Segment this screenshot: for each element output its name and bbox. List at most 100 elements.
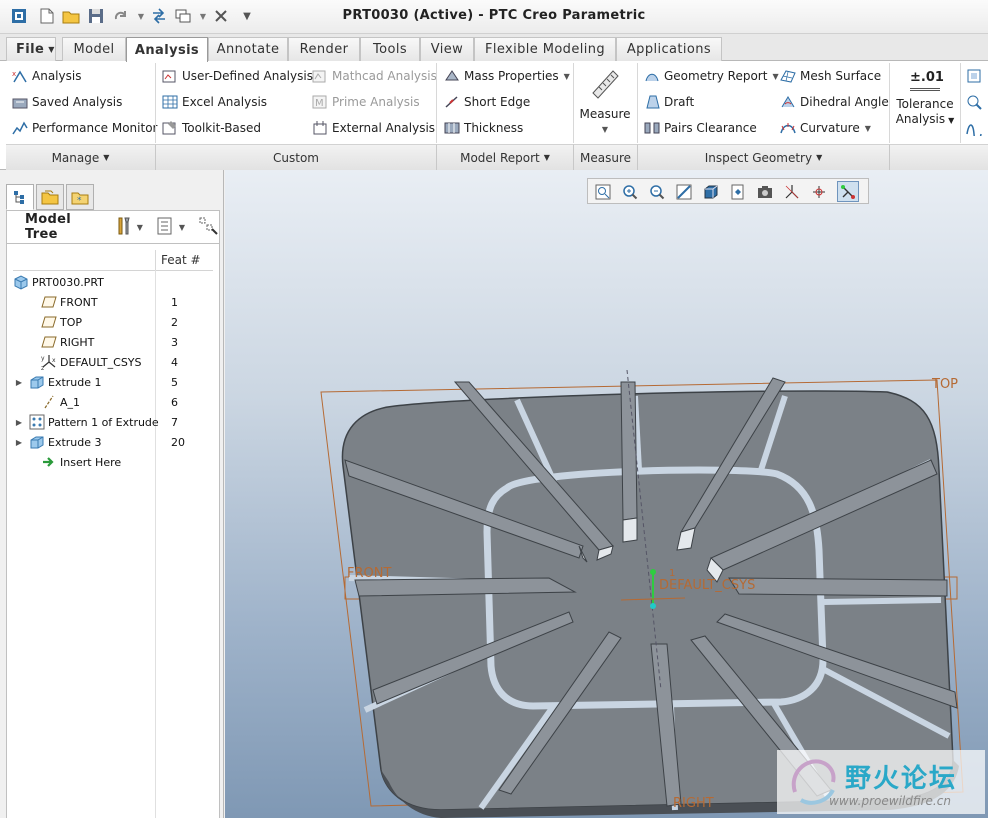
datum-label-front[interactable]: FRONT (347, 566, 391, 581)
spin-center-icon[interactable] (808, 181, 830, 202)
curvature-button[interactable]: Curvature ▼ (780, 118, 871, 138)
tree-item[interactable]: A_1 6 (13, 392, 213, 412)
mathcad-analysis-button[interactable]: Mathcad Analysis (312, 66, 437, 86)
mass-properties-label: Mass Properties (464, 69, 559, 83)
tab-file-label: File (16, 42, 45, 57)
datum-label-top[interactable]: TOP (932, 377, 958, 392)
measure-button[interactable]: Measure ▼ (576, 65, 634, 137)
zoom-in-icon[interactable] (619, 181, 641, 202)
annotation-display-icon[interactable] (837, 181, 859, 202)
tab-file[interactable]: File ▼ (6, 37, 56, 61)
tree-root-label: PRT0030.PRT (32, 275, 104, 289)
group-measure-label: Measure (580, 150, 631, 165)
tree-item[interactable]: ▶ Extrude 1 5 (13, 372, 213, 392)
chevron-down-icon: ▼ (48, 45, 55, 54)
saved-analysis-button[interactable]: Saved Analysis (12, 92, 122, 112)
pairs-clearance-button[interactable]: Pairs Clearance (644, 118, 757, 138)
draft-button[interactable]: Draft (644, 92, 694, 112)
tolerance-analysis-button[interactable]: ±.01 Tolerance Analysis ▼ (892, 67, 958, 128)
group-separator (155, 63, 156, 143)
excel-analysis-icon (162, 94, 178, 110)
folder-browser-icon (41, 190, 59, 205)
refit-icon[interactable] (592, 181, 614, 202)
truncated-tool-3[interactable] (966, 118, 986, 144)
chevron-down-icon[interactable]: ▼ (137, 223, 143, 232)
tab-tools[interactable]: Tools (360, 37, 420, 61)
chevron-down-icon: ▼ (864, 123, 871, 133)
truncated-tool-1[interactable] (966, 66, 986, 86)
thickness-button[interactable]: Thickness (444, 118, 523, 138)
tree-item[interactable]: TOP 2 (13, 312, 213, 332)
group-model-report[interactable]: Model Report ▼ (437, 144, 574, 170)
chevron-down-icon: ▼ (103, 153, 110, 162)
ruler-icon (592, 70, 619, 99)
expand-arrow-icon[interactable]: ▶ (13, 418, 25, 427)
datum-label-axis[interactable]: 1 (669, 568, 675, 579)
tree-item[interactable]: RIGHT 3 (13, 332, 213, 352)
external-analysis-button[interactable]: External Analysis (312, 118, 435, 138)
prime-analysis-button[interactable]: M Prime Analysis (312, 92, 420, 112)
model-3d-view[interactable] (225, 170, 988, 818)
group-model-report-label: Model Report (460, 150, 540, 165)
geometry-report-button[interactable]: Geometry Report ▼ (644, 66, 779, 86)
saved-orientations-icon[interactable] (727, 181, 749, 202)
repaint-icon[interactable] (673, 181, 695, 202)
zoom-out-icon[interactable] (646, 181, 668, 202)
tab-model[interactable]: Model (62, 37, 126, 61)
toolkit-based-button[interactable]: Toolkit-Based (162, 118, 261, 138)
feat-number-column-header[interactable]: Feat # (155, 250, 201, 270)
chevron-down-icon[interactable]: ▼ (179, 223, 185, 232)
datum-label-right[interactable]: RIGHT (673, 796, 714, 811)
user-defined-analysis-button[interactable]: User-Defined Analysis (162, 66, 313, 86)
datum-axis-icon (41, 394, 57, 410)
navigator-panel: * Model Tree ▼ ▼ Feat # PRT0030.PRT FRON… (0, 170, 224, 818)
tree-item[interactable]: FRONT 1 (13, 292, 213, 312)
tolerance-label-line2: Analysis (895, 112, 946, 126)
group-inspect-geometry[interactable]: Inspect Geometry ▼ (638, 144, 890, 170)
display-style-icon[interactable] (700, 181, 722, 202)
view-manager-icon[interactable] (754, 181, 776, 202)
tab-folder-browser[interactable] (36, 184, 64, 210)
datum-plane-icon (41, 334, 57, 350)
group-manage[interactable]: Manage ▼ (6, 144, 156, 170)
show-list-icon[interactable] (157, 217, 173, 238)
group-separator (637, 63, 638, 143)
tree-filters-icon[interactable] (199, 217, 219, 238)
tree-item[interactable]: yx z DEFAULT_CSYS 4 (13, 352, 213, 372)
graphics-window[interactable]: TOP FRONT RIGHT DEFAULT_CSYS 1 野火论坛 www.… (225, 170, 988, 818)
svg-text:x: x (12, 70, 16, 78)
tree-item-insert-here[interactable]: Insert Here (13, 452, 213, 472)
tab-render[interactable]: Render (288, 37, 360, 61)
tree-item-label: TOP (60, 315, 83, 329)
excel-analysis-button[interactable]: Excel Analysis (162, 92, 267, 112)
datum-label-default-csys[interactable]: DEFAULT_CSYS (659, 578, 755, 593)
datum-display-icon[interactable] (781, 181, 803, 202)
analysis-button[interactable]: x Analysis (12, 66, 81, 86)
saved-analysis-icon (12, 94, 28, 110)
tab-favorites[interactable]: * (66, 184, 94, 210)
measure-label: Measure (579, 107, 631, 121)
expand-arrow-icon[interactable]: ▶ (13, 378, 25, 387)
short-edge-button[interactable]: Short Edge (444, 92, 530, 112)
ribbon-tab-bar: File ▼ Model Analysis Annotate Render To… (0, 34, 988, 62)
tree-item[interactable]: ▶ Extrude 3 20 (13, 432, 213, 452)
tab-annotate[interactable]: Annotate (208, 37, 288, 61)
mass-properties-button[interactable]: Mass Properties ▼ (444, 66, 570, 86)
settings-tools-icon[interactable] (115, 216, 133, 239)
tree-root-part[interactable]: PRT0030.PRT (13, 272, 213, 292)
expand-arrow-icon[interactable]: ▶ (13, 438, 25, 447)
tab-applications[interactable]: Applications (616, 37, 722, 61)
dihedral-angle-button[interactable]: Dihedral Angle (780, 92, 889, 112)
tree-item[interactable]: ▶ Pattern 1 of Extrude 7 (13, 412, 213, 432)
truncated-tool-icon (966, 120, 982, 144)
tab-analysis[interactable]: Analysis (126, 37, 208, 62)
performance-monitor-button[interactable]: Performance Monitor (12, 118, 157, 138)
draft-label: Draft (664, 95, 695, 109)
watermark-url: www.proewildfire.cn (829, 794, 951, 808)
tab-flexible-modeling[interactable]: Flexible Modeling (474, 37, 616, 61)
pattern-icon (29, 414, 45, 430)
mesh-surface-button[interactable]: Mesh Surface (780, 66, 881, 86)
truncated-tool-2[interactable] (966, 92, 986, 112)
tab-view[interactable]: View (420, 37, 474, 61)
tab-model-tree[interactable] (6, 184, 34, 210)
